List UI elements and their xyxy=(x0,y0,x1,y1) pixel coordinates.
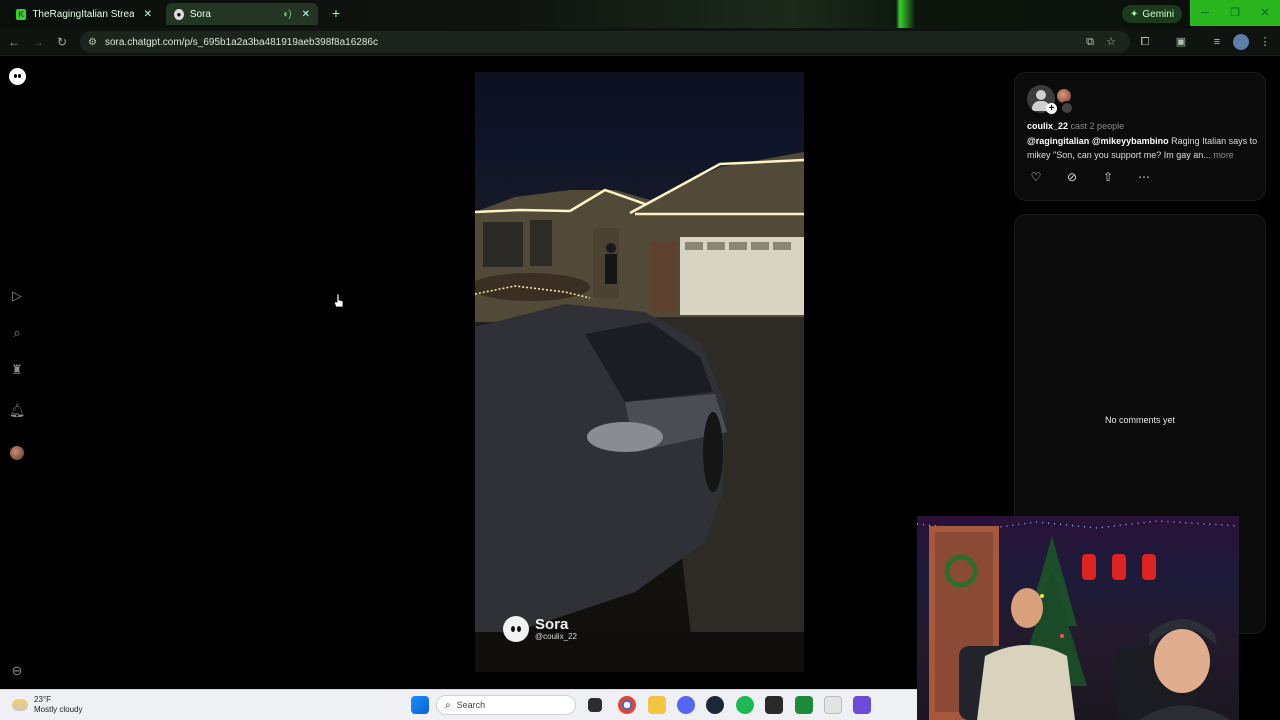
url-text: sora.chatgpt.com/p/s_695b1a2a3ba481919ae… xyxy=(104,36,378,48)
more-icon[interactable]: ⊖ xyxy=(9,663,25,679)
speaker-icon[interactable]: ◖) xyxy=(282,9,291,20)
task-view-icon[interactable] xyxy=(588,698,602,712)
post-meta: coulix_22 cast 2 people xyxy=(1027,121,1124,131)
avatar[interactable] xyxy=(10,446,24,460)
kick-favicon-icon: K xyxy=(16,8,27,20)
taskbar: 23°F Mostly cloudy ⌕ Search xyxy=(0,689,917,720)
search-icon: ⌕ xyxy=(445,699,451,711)
post-caption: @ragingitalian @mikeyybambino Raging Ita… xyxy=(1027,134,1259,162)
heart-icon[interactable]: ♡ xyxy=(1029,170,1043,184)
webcam-overlay xyxy=(917,516,1239,720)
address-bar[interactable]: ⚙ sora.chatgpt.com/p/s_695b1a2a3ba481919… xyxy=(80,31,1130,53)
bookmark-star-icon[interactable]: ☆ xyxy=(1103,34,1119,50)
sora-logo-icon[interactable] xyxy=(9,68,26,85)
new-tab-button[interactable]: + xyxy=(328,5,344,21)
trophy-icon[interactable]: ♜ xyxy=(9,362,25,378)
taskbar-search[interactable]: ⌕ Search xyxy=(436,695,576,715)
watermark-handle: @coulix_22 xyxy=(535,631,577,641)
cast-count: cast 2 people xyxy=(1070,121,1125,131)
tab-search-icon[interactable]: ▣ xyxy=(1173,34,1189,50)
extensions-icon[interactable]: ⧠ xyxy=(1137,34,1153,50)
sora-favicon-icon: ● xyxy=(174,8,184,20)
author-username[interactable]: coulix_22 xyxy=(1027,121,1068,131)
search-label: Search xyxy=(456,700,486,710)
tab-title: Sora xyxy=(189,8,211,20)
app-icon[interactable] xyxy=(824,696,842,714)
screen: K TheRagingItalian Stream - Wat ✕ ● Sora… xyxy=(0,0,1280,720)
bell-icon[interactable]: 🔔︎ xyxy=(9,403,26,419)
no-comments-text: No comments yet xyxy=(1104,415,1176,425)
mention-ragingitalian[interactable]: @ragingitalian xyxy=(1027,136,1089,146)
author-avatars[interactable]: + xyxy=(1027,85,1087,115)
forward-icon[interactable]: → xyxy=(30,34,46,50)
cast-avatar-mikey[interactable] xyxy=(1060,101,1074,115)
sora-watermark: Sora @coulix_22 xyxy=(503,616,577,642)
watermark-brand: Sora xyxy=(535,615,569,633)
close-window-button[interactable]: ✕ xyxy=(1250,0,1280,26)
windows-start-icon[interactable] xyxy=(411,696,429,714)
video-icon[interactable]: ▷ xyxy=(9,288,25,304)
chrome-icon[interactable] xyxy=(618,696,636,714)
weather-condition: Mostly cloudy xyxy=(34,705,83,714)
restore-button[interactable]: ❐ xyxy=(1220,0,1250,26)
steam-icon[interactable] xyxy=(706,696,724,714)
weather-widget[interactable]: 23°F Mostly cloudy xyxy=(12,695,82,715)
back-icon[interactable]: ← xyxy=(6,34,22,50)
menu-kebab-icon[interactable]: ⋮ xyxy=(1257,34,1273,50)
profile-avatar[interactable] xyxy=(1233,34,1249,50)
weather-temperature: 23°F xyxy=(34,695,51,704)
app-grid-icon[interactable] xyxy=(853,696,871,714)
site-info-icon[interactable]: ⚙ xyxy=(88,37,97,48)
video-player[interactable]: Sora @coulix_22 xyxy=(475,72,804,672)
weather-cloudy-icon xyxy=(12,699,28,711)
app-icon[interactable] xyxy=(795,696,813,714)
install-app-icon[interactable]: ⧉ xyxy=(1082,34,1098,50)
follow-plus-icon[interactable]: + xyxy=(1046,103,1057,114)
close-tab-icon[interactable]: ✕ xyxy=(302,9,310,20)
post-details-card: + coulix_22 cast 2 people @ragingitalian… xyxy=(1014,72,1266,201)
minimize-button[interactable]: ─ xyxy=(1190,0,1220,26)
remix-icon[interactable]: ⊘ xyxy=(1065,170,1079,184)
reload-icon[interactable]: ↻ xyxy=(54,34,70,50)
sparkle-icon: ✦ xyxy=(1130,8,1139,20)
tab-stream[interactable]: K TheRagingItalian Stream - Wat ✕ xyxy=(8,3,160,25)
share-icon[interactable]: ⇧ xyxy=(1101,170,1115,184)
sora-watermark-logo-icon xyxy=(503,616,529,642)
more-link[interactable]: more xyxy=(1213,150,1234,160)
reading-list-icon[interactable]: ≡ xyxy=(1209,34,1225,50)
webcam-scene xyxy=(917,520,1239,720)
discord-icon[interactable] xyxy=(677,696,695,714)
gemini-label: Gemini xyxy=(1142,8,1175,20)
gemini-button[interactable]: ✦ Gemini xyxy=(1122,5,1183,23)
file-explorer-icon[interactable] xyxy=(648,696,666,714)
browser-toolbar: ← → ↻ ⚙ sora.chatgpt.com/p/s_695b1a2a3ba… xyxy=(0,28,1280,56)
spotify-icon[interactable] xyxy=(736,696,754,714)
video-frame-scene xyxy=(475,152,804,672)
mouse-pointer-icon xyxy=(334,294,344,308)
search-icon[interactable]: ⌕ xyxy=(9,325,25,341)
mention-mikeyybambino[interactable]: @mikeyybambino xyxy=(1092,136,1169,146)
browser-tab-strip: K TheRagingItalian Stream - Wat ✕ ● Sora… xyxy=(0,0,1280,28)
tab-sora[interactable]: ● Sora ◖) ✕ xyxy=(166,3,318,25)
post-actions: ♡ ⊘ ⇧ ⋯ xyxy=(1029,170,1151,184)
epic-games-icon[interactable] xyxy=(765,696,783,714)
tab-title: TheRagingItalian Stream - Wat xyxy=(32,8,134,20)
more-icon[interactable]: ⋯ xyxy=(1137,170,1151,184)
close-tab-icon[interactable]: ✕ xyxy=(144,9,152,20)
